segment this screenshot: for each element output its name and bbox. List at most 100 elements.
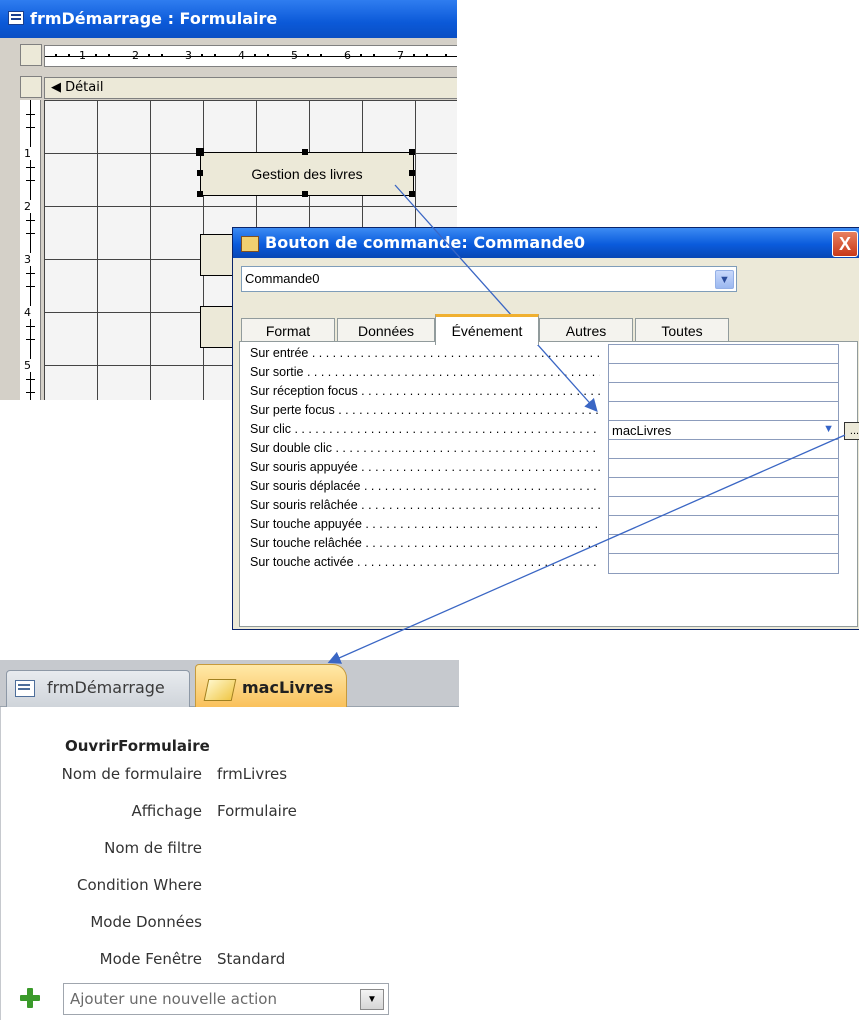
property-value-field[interactable]	[608, 477, 839, 498]
ruler-number: 5	[291, 49, 298, 62]
tab-label: Format	[265, 322, 311, 339]
property-label: Sur souris appuyée . . . . . . . . . . .…	[250, 460, 600, 474]
section-selector[interactable]	[20, 76, 42, 98]
property-label: Sur sortie . . . . . . . . . . . . . . .…	[250, 365, 600, 379]
property-label: Sur perte focus . . . . . . . . . . . . …	[250, 403, 600, 417]
tab-evenement[interactable]: Événement	[435, 314, 539, 345]
resize-handle[interactable]	[409, 149, 415, 155]
add-action-placeholder: Ajouter une nouvelle action	[70, 990, 277, 1008]
button-caption: Gestion des livres	[251, 166, 363, 182]
property-row: Sur souris déplacée . . . . . . . . . . …	[250, 477, 839, 498]
property-value-field[interactable]	[608, 363, 839, 384]
ruler-number: 4	[24, 306, 31, 319]
object-selector[interactable]: Commande0 ▼	[241, 266, 737, 292]
sur-clic-field[interactable]: macLivres ▼	[608, 420, 839, 441]
argument-label: Mode Données	[90, 913, 202, 931]
ruler-corner[interactable]	[20, 44, 42, 66]
chevron-down-icon[interactable]: ▼	[715, 270, 734, 289]
property-row: Sur souris relâchée . . . . . . . . . . …	[250, 496, 839, 517]
argument-value[interactable]: Standard	[217, 950, 285, 968]
argument-value[interactable]: Formulaire	[217, 802, 297, 820]
add-action-combo[interactable]: Ajouter une nouvelle action ▼	[63, 983, 389, 1015]
gestion-livres-button[interactable]: Gestion des livres	[200, 152, 414, 196]
ruler-number: 6	[344, 49, 351, 62]
tab-label: macLivres	[242, 678, 334, 697]
event-properties-panel: Sur entrée . . . . . . . . . . . . . . .…	[239, 341, 859, 627]
tab-toutes[interactable]: Toutes	[635, 318, 729, 342]
form-titlebar[interactable]: frmDémarrage : Formulaire	[0, 0, 457, 38]
section-label: Détail	[65, 80, 104, 95]
tab-label: frmDémarrage	[47, 678, 165, 697]
ruler-number: 2	[24, 200, 31, 213]
detail-section-bar[interactable]: ◀ Détail	[44, 77, 457, 99]
tab-format[interactable]: Format	[241, 318, 335, 342]
resize-handle[interactable]	[197, 170, 203, 176]
property-row: Sur souris appuyée . . . . . . . . . . .…	[250, 458, 839, 479]
argument-label: Nom de filtre	[104, 839, 202, 857]
tab-autres[interactable]: Autres	[539, 318, 633, 342]
object-selector-value: Commande0	[245, 271, 320, 286]
property-row: Sur double clic . . . . . . . . . . . . …	[250, 439, 839, 460]
chevron-down-icon[interactable]: ▼	[360, 989, 384, 1010]
property-value-field[interactable]	[608, 515, 839, 536]
property-value-field[interactable]	[608, 344, 839, 365]
property-label: Sur réception focus . . . . . . . . . . …	[250, 384, 600, 398]
macro-action-name[interactable]: OuvrirFormulaire	[65, 737, 210, 755]
chevron-down-icon[interactable]: ▼	[823, 423, 834, 435]
plus-icon[interactable]	[20, 988, 40, 1008]
resize-handle[interactable]	[409, 191, 415, 197]
close-button[interactable]: X	[832, 231, 858, 257]
property-sheet-titlebar[interactable]: Bouton de commande: Commande0 X	[233, 228, 859, 258]
tab-label: Autres	[565, 322, 607, 339]
property-row: Sur perte focus . . . . . . . . . . . . …	[250, 401, 839, 422]
tab-maclivres[interactable]: macLivres	[195, 664, 347, 708]
property-value-field[interactable]	[608, 439, 839, 460]
build-icon: ...	[849, 425, 859, 437]
resize-handle[interactable]	[409, 170, 415, 176]
property-value-field[interactable]	[608, 553, 839, 574]
property-value-field[interactable]	[608, 401, 839, 422]
section-arrow-icon: ◀	[51, 80, 61, 95]
property-value: macLivres	[612, 423, 672, 438]
property-value-field[interactable]	[608, 458, 839, 479]
form-icon	[15, 680, 35, 697]
property-row-sur-clic: Sur clic . . . . . . . . . . . . . . . .…	[250, 420, 859, 441]
resize-handle[interactable]	[302, 191, 308, 197]
form-window-title: frmDémarrage : Formulaire	[30, 9, 278, 28]
property-label: Sur souris déplacée . . . . . . . . . . …	[250, 479, 600, 493]
property-row: Sur entrée . . . . . . . . . . . . . . .…	[250, 344, 839, 365]
property-value-field[interactable]	[608, 382, 839, 403]
property-label: Sur touche relâchée . . . . . . . . . . …	[250, 536, 600, 550]
argument-label: Mode Fenêtre	[99, 950, 202, 968]
property-value-field[interactable]	[608, 534, 839, 555]
resize-handle[interactable]	[302, 149, 308, 155]
tab-label: Données	[357, 322, 415, 339]
vertical-ruler: 1 2 3 4 5	[20, 100, 41, 400]
ruler-number: 1	[24, 147, 31, 160]
property-row: Sur touche appuyée . . . . . . . . . . .…	[250, 515, 839, 536]
argument-label: Condition Where	[77, 876, 202, 894]
horizontal-ruler: 1 2 3 4 5 6 7	[44, 45, 457, 67]
ruler-number: 2	[132, 49, 139, 62]
property-row: Sur touche relâchée . . . . . . . . . . …	[250, 534, 839, 555]
resize-handle[interactable]	[197, 191, 203, 197]
build-button[interactable]: ...	[844, 422, 859, 440]
tab-label: Toutes	[661, 322, 703, 339]
property-label: Sur souris relâchée . . . . . . . . . . …	[250, 498, 600, 512]
property-row: Sur réception focus . . . . . . . . . . …	[250, 382, 839, 403]
property-sheet-window: Bouton de commande: Commande0 X Commande…	[232, 227, 859, 630]
property-value-field[interactable]	[608, 496, 839, 517]
ruler-number: 5	[24, 359, 31, 372]
argument-value[interactable]: frmLivres	[217, 765, 287, 783]
tab-frmdemarrage[interactable]: frmDémarrage	[6, 670, 190, 707]
macro-icon	[203, 679, 237, 701]
property-label: Sur double clic . . . . . . . . . . . . …	[250, 441, 600, 455]
property-row: Sur sortie . . . . . . . . . . . . . . .…	[250, 363, 839, 384]
property-label: Sur clic . . . . . . . . . . . . . . . .…	[250, 422, 600, 436]
resize-handle[interactable]	[196, 148, 204, 156]
ruler-number: 7	[397, 49, 404, 62]
tab-donnees[interactable]: Données	[337, 318, 435, 342]
property-sheet-title: Bouton de commande: Commande0	[265, 233, 586, 252]
ruler-number: 3	[24, 253, 31, 266]
ruler-number: 3	[185, 49, 192, 62]
